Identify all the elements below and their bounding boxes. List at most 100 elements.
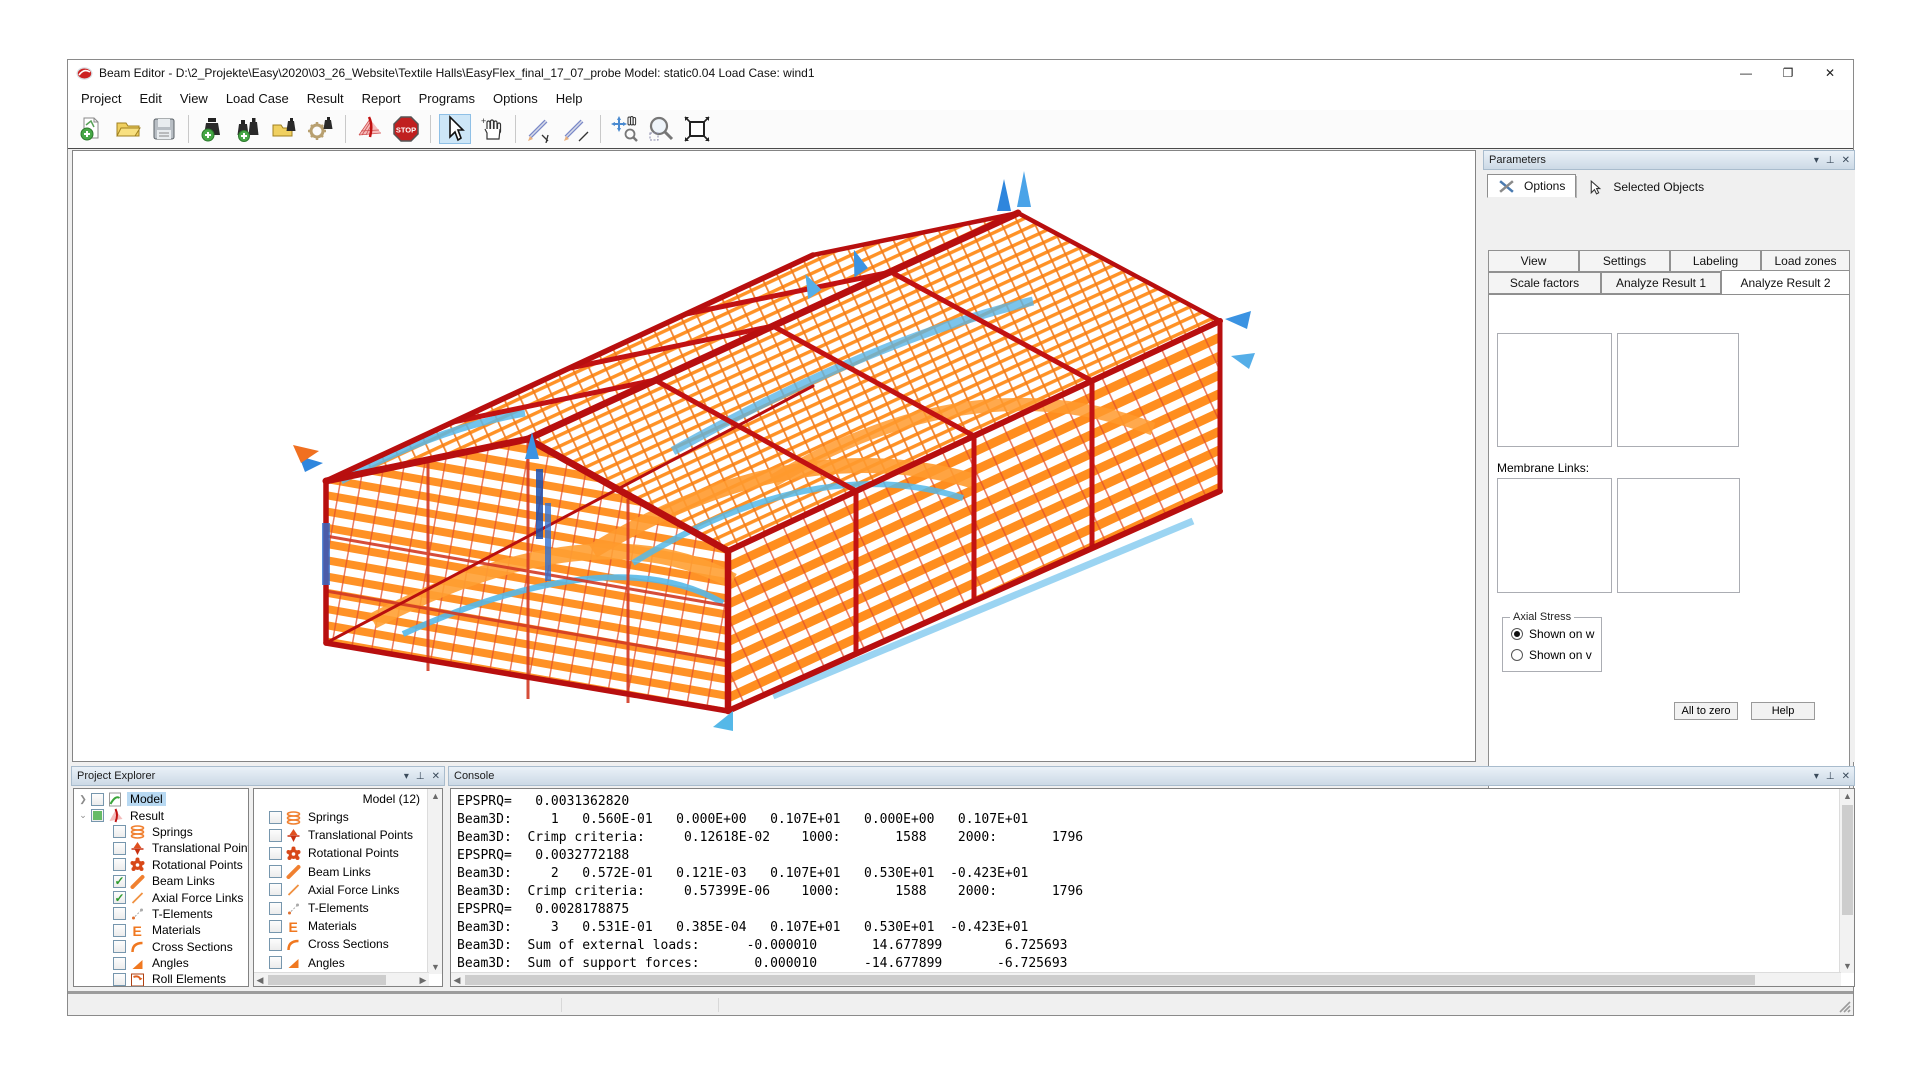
close-panel-icon[interactable]: ✕: [1842, 772, 1850, 782]
menu-edit[interactable]: Edit: [130, 88, 170, 109]
radio-shown-on-v[interactable]: Shown on v: [1511, 648, 1592, 662]
maximize-button[interactable]: ❐: [1767, 60, 1809, 86]
close-panel-icon[interactable]: ✕: [432, 772, 440, 782]
model-list-item-axial-force-links[interactable]: Axial Force Links: [266, 881, 442, 899]
menu-view[interactable]: View: [171, 88, 217, 109]
console-titlebar[interactable]: Console ▾ ⊥ ✕: [448, 766, 1855, 786]
add-load-case-icon[interactable]: [197, 114, 229, 144]
minimize-button[interactable]: —: [1725, 60, 1767, 86]
pin-icon[interactable]: ⊥: [416, 772, 425, 782]
checkbox-unchecked[interactable]: [269, 847, 282, 860]
checkbox-unchecked[interactable]: [269, 956, 282, 969]
parameters-titlebar[interactable]: Parameters ▾ ⊥ ✕: [1483, 150, 1855, 170]
tree-item-materials[interactable]: EMaterials: [74, 922, 248, 938]
scroll-up-icon[interactable]: ▲: [428, 789, 443, 803]
checkbox-unchecked[interactable]: [269, 865, 282, 878]
scroll-down-icon[interactable]: ▼: [1840, 959, 1855, 973]
menu-load-case[interactable]: Load Case: [217, 88, 298, 109]
tab-scale-factors[interactable]: Scale factors: [1488, 272, 1601, 294]
tree-item-t-elements[interactable]: T-Elements: [74, 906, 248, 922]
save-project-icon[interactable]: [148, 114, 180, 144]
model-list-vscrollbar[interactable]: ▲ ▼: [427, 789, 442, 974]
stop-icon[interactable]: STOP: [390, 114, 422, 144]
tree-item-springs[interactable]: Springs: [74, 824, 248, 840]
panel-menu-icon[interactable]: ▾: [1814, 156, 1819, 166]
pan-hand-icon[interactable]: +: [475, 114, 507, 144]
model-viewport[interactable]: [72, 150, 1476, 762]
menu-options[interactable]: Options: [484, 88, 547, 109]
zoom-icon[interactable]: [645, 114, 677, 144]
model-list-item-materials[interactable]: EMaterials: [266, 917, 442, 935]
menu-result[interactable]: Result: [298, 88, 353, 109]
checkbox-unchecked[interactable]: [269, 829, 282, 842]
checkbox-unchecked[interactable]: [113, 924, 126, 937]
select-cursor-icon[interactable]: [439, 114, 471, 144]
tab-settings[interactable]: Settings: [1579, 250, 1670, 272]
tab-selected-objects[interactable]: Selected Objects: [1576, 176, 1714, 198]
tab-analyze-result-1[interactable]: Analyze Result 1: [1601, 272, 1721, 294]
model-list-item-translational-points[interactable]: Translational Points: [266, 826, 442, 844]
resize-grip[interactable]: [1837, 999, 1851, 1013]
model-list-pane[interactable]: Model (12) SpringsTranslational PointsRo…: [253, 788, 443, 987]
radio-shown-on-w[interactable]: Shown on w: [1511, 627, 1594, 641]
project-explorer-titlebar[interactable]: Project Explorer ▾ ⊥ ✕: [71, 766, 445, 786]
panel-menu-icon[interactable]: ▾: [1814, 772, 1819, 782]
scroll-up-icon[interactable]: ▲: [1840, 789, 1855, 803]
tab-options[interactable]: Options: [1487, 174, 1576, 198]
model-list-item-t-elements[interactable]: T-Elements: [266, 899, 442, 917]
tab-labeling[interactable]: Labeling: [1670, 250, 1761, 272]
tree-item-rotational-points[interactable]: Rotational Points: [74, 857, 248, 873]
expander-icon[interactable]: ⌄: [78, 810, 88, 821]
close-button[interactable]: ✕: [1809, 60, 1851, 86]
menu-report[interactable]: Report: [353, 88, 410, 109]
tree-item-cross-sections[interactable]: Cross Sections: [74, 939, 248, 955]
console-vscrollbar[interactable]: ▲ ▼: [1839, 789, 1854, 973]
help-button[interactable]: Help: [1751, 702, 1815, 720]
checkbox-unchecked[interactable]: [91, 793, 104, 806]
mesh-calculate-icon[interactable]: [354, 114, 386, 144]
tree-item-model[interactable]: ❯Model: [74, 791, 248, 807]
console-output[interactable]: EPSPRQ= 0.0031362820 Beam3D: 1 0.560E-01…: [450, 788, 1855, 987]
checkbox-unchecked[interactable]: [269, 920, 282, 933]
model-list-item-springs[interactable]: Springs: [266, 808, 442, 826]
tab-view[interactable]: View: [1488, 250, 1579, 272]
checkbox-unchecked[interactable]: [269, 938, 282, 951]
load-settings-icon[interactable]: [305, 114, 337, 144]
model-list-hscrollbar[interactable]: ◀ ▶: [254, 972, 429, 986]
pan-zoom-rotate-icon[interactable]: [609, 114, 641, 144]
model-list-item-cross-sections[interactable]: Cross Sections: [266, 935, 442, 953]
model-list-item-angles[interactable]: Angles: [266, 954, 442, 972]
tree-item-result[interactable]: ⌄Result: [74, 807, 248, 823]
scroll-right-icon[interactable]: ▶: [417, 973, 429, 987]
tree-item-axial-force-links[interactable]: ✓Axial Force Links: [74, 889, 248, 905]
expander-icon[interactable]: ❯: [78, 794, 88, 805]
menu-project[interactable]: Project: [72, 88, 130, 109]
pin-icon[interactable]: ⊥: [1826, 156, 1835, 166]
scroll-left-icon[interactable]: ◀: [451, 973, 463, 987]
tab-analyze-result-2[interactable]: Analyze Result 2: [1721, 270, 1850, 294]
checkbox-unchecked[interactable]: [113, 825, 126, 838]
checkbox-unchecked[interactable]: [269, 902, 282, 915]
menu-help[interactable]: Help: [547, 88, 592, 109]
checkbox-unchecked[interactable]: [113, 858, 126, 871]
tree-item-angles[interactable]: Angles: [74, 955, 248, 971]
panel-menu-icon[interactable]: ▾: [404, 772, 409, 782]
checkbox-checked[interactable]: ✓: [113, 875, 126, 888]
tree-item-roll-elements[interactable]: Roll Elements: [74, 971, 248, 987]
project-tree-pane[interactable]: ❯Model⌄ResultSpringsTranslational Points…: [73, 788, 249, 987]
model-list-item-beam-links[interactable]: Beam Links: [266, 863, 442, 881]
open-load-case-icon[interactable]: [269, 114, 301, 144]
checkbox-unchecked[interactable]: [269, 883, 282, 896]
close-panel-icon[interactable]: ✕: [1842, 156, 1850, 166]
checkbox-unchecked[interactable]: [113, 957, 126, 970]
add-load-group-icon[interactable]: [233, 114, 265, 144]
tree-item-beam-links[interactable]: ✓Beam Links: [74, 873, 248, 889]
checkbox-unchecked[interactable]: [113, 907, 126, 920]
tree-item-translational-points[interactable]: Translational Points: [74, 840, 248, 856]
checkbox-checked[interactable]: ✓: [113, 891, 126, 904]
scroll-left-icon[interactable]: ◀: [254, 973, 266, 987]
checkbox-unchecked[interactable]: [113, 973, 126, 986]
draw-beam-icon[interactable]: [524, 114, 556, 144]
checkbox-unchecked[interactable]: [113, 940, 126, 953]
checkbox-unchecked[interactable]: [269, 811, 282, 824]
